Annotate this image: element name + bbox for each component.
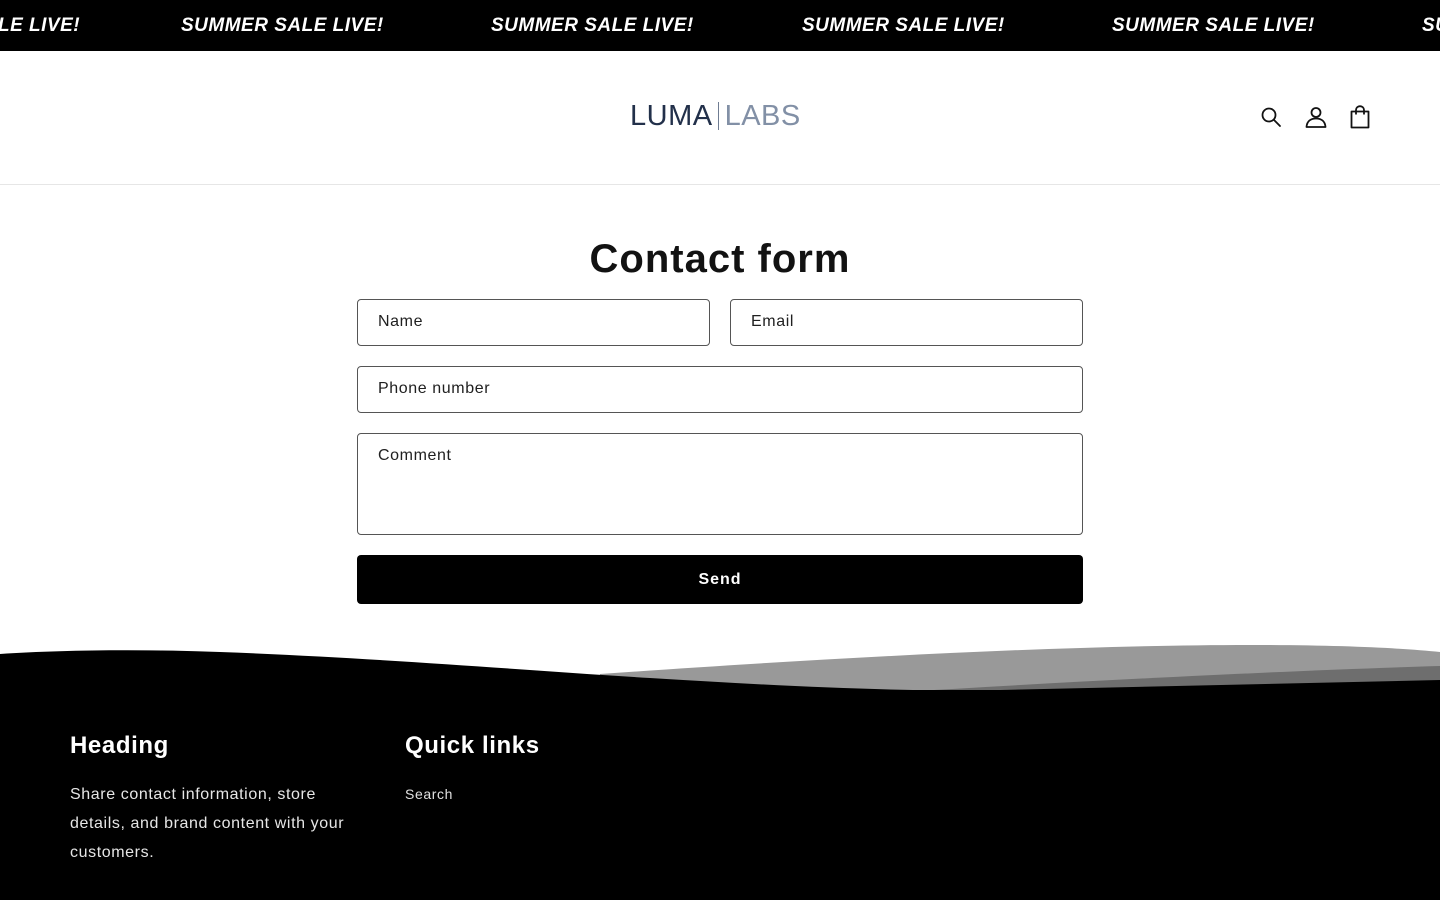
email-field[interactable]: Email: [730, 299, 1083, 346]
announcement-message: SUMMER SALE LIVE!: [181, 15, 384, 36]
announcement-message: SUMMER SALE LIVE!: [802, 15, 1005, 36]
site-footer: Heading Share contact information, store…: [0, 690, 1440, 900]
announcement-message: SUMMER SALE LIVE!: [1112, 15, 1315, 36]
store-logo[interactable]: LUMA LABS: [630, 99, 801, 133]
footer-heading: Heading: [70, 732, 169, 759]
cart-icon[interactable]: [1346, 103, 1374, 131]
site-header: LUMA LABS: [0, 51, 1440, 185]
name-field[interactable]: Name: [357, 299, 710, 346]
footer-description: Share contact information, store details…: [70, 786, 345, 861]
logo-divider: [717, 102, 719, 130]
phone-field[interactable]: Phone number: [357, 366, 1083, 413]
name-field-label: Name: [378, 313, 424, 330]
footer-link-search[interactable]: Search: [405, 786, 453, 802]
logo-luma-text: LUMA: [630, 99, 713, 132]
comment-field[interactable]: Comment: [357, 433, 1083, 535]
account-icon[interactable]: [1302, 103, 1330, 131]
search-icon[interactable]: [1257, 103, 1285, 131]
send-button[interactable]: Send: [357, 555, 1083, 604]
announcement-bar: LE LIVE! SUMMER SALE LIVE! SUMMER SALE L…: [0, 0, 1440, 51]
logo-labs-text: LABS: [724, 99, 801, 132]
phone-field-label: Phone number: [378, 380, 491, 397]
comment-field-label: Comment: [378, 447, 452, 464]
announcement-message: LE LIVE!: [0, 15, 81, 36]
announcement-message: SUMMER SALE LIVE!: [491, 15, 694, 36]
announcement-message: SU: [1422, 15, 1440, 36]
page-title: Contact form: [589, 237, 851, 281]
email-field-label: Email: [751, 313, 795, 330]
footer-quick-links-heading: Quick links: [405, 732, 540, 759]
